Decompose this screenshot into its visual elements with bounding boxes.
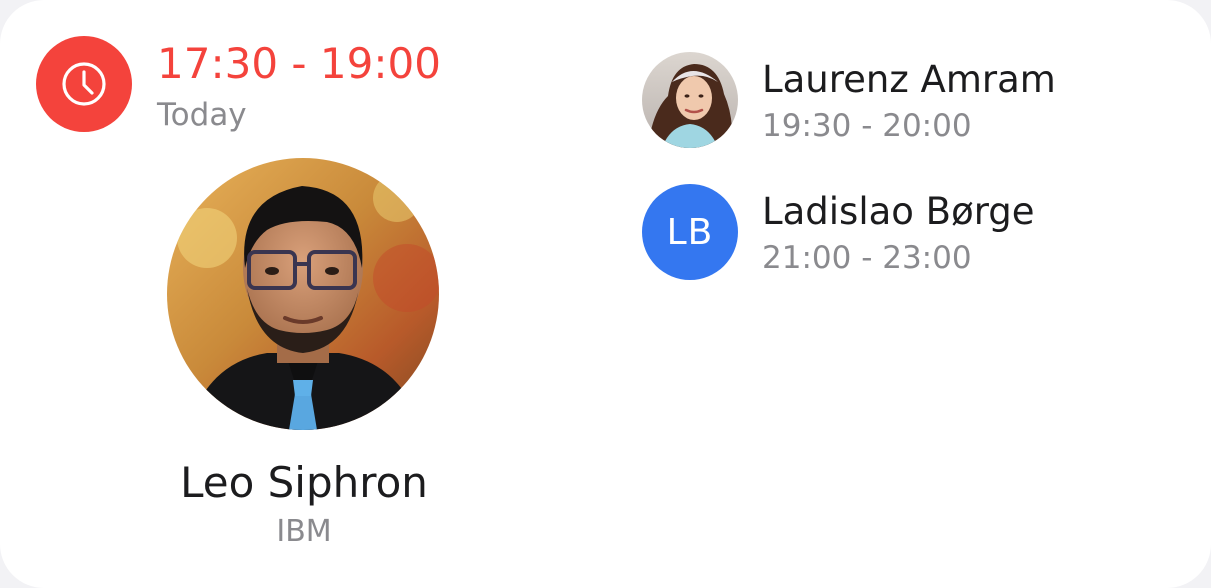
upcoming-time: 19:30 - 20:00 xyxy=(762,108,972,144)
main-person-company: IBM xyxy=(276,514,332,549)
person-photo xyxy=(642,52,738,148)
current-meeting-time: 17:30 - 19:00 xyxy=(157,39,441,88)
upcoming-time: 21:00 - 23:00 xyxy=(762,240,972,276)
list-item[interactable]: LB Ladislao Børge 21:00 - 23:00 xyxy=(642,184,1182,280)
meeting-card[interactable]: 17:30 - 19:00 Today Leo Siphron IBM Laur… xyxy=(0,0,1211,588)
list-item[interactable]: Laurenz Amram 19:30 - 20:00 xyxy=(642,52,1182,148)
upcoming-name: Ladislao Børge xyxy=(762,190,1035,233)
clock-icon xyxy=(62,62,106,106)
clock-badge xyxy=(36,36,132,132)
person-photo xyxy=(167,158,439,430)
avatar xyxy=(642,52,738,148)
avatar[interactable] xyxy=(167,158,439,430)
current-meeting-day: Today xyxy=(157,97,247,133)
avatar: LB xyxy=(642,184,738,280)
main-person-name: Leo Siphron xyxy=(180,458,428,507)
upcoming-name: Laurenz Amram xyxy=(762,58,1056,101)
